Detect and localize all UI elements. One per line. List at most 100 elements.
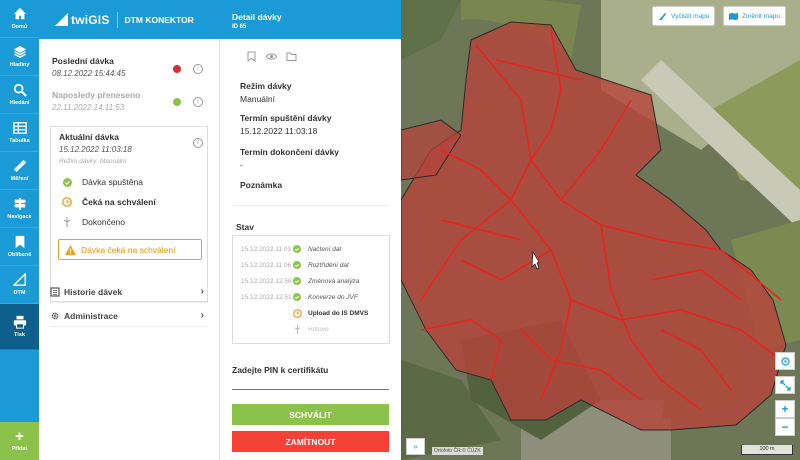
batch-detail-panel: Režim dávky Manuální Termín spuštění dáv…: [220, 39, 401, 460]
left-nav-rail: Domů Hladiny Hledání Tabulka Měření Navi…: [0, 0, 39, 460]
current-batch-card: Aktuální dávka 15.12.2022 11:03:18 Režim…: [50, 126, 208, 302]
step-done: Dokončeno: [61, 217, 125, 227]
orthophoto-map: [401, 0, 800, 460]
plus-icon: +: [15, 428, 24, 445]
success-status-icon: [173, 98, 181, 106]
change-map-label: Změnit mapu: [742, 12, 780, 20]
info-icon[interactable]: i: [193, 97, 203, 107]
nav-dtm[interactable]: DTM: [0, 266, 39, 304]
clear-map-button[interactable]: Vyčistit mapu: [652, 6, 716, 26]
logo-text: twiGIS: [71, 12, 110, 27]
locate-button[interactable]: [775, 352, 795, 370]
status-row: 15.12.2022 11:03 Načtení dat: [241, 245, 341, 253]
ruler-icon: [13, 159, 26, 173]
detail-title: Detail dávky: [232, 12, 282, 22]
expand-arrows-icon: [779, 379, 791, 391]
pin-input-underline: [232, 389, 389, 390]
zoom-out-button[interactable]: −: [775, 418, 795, 436]
folder-icon[interactable]: [286, 51, 297, 62]
status-text: Hotovo: [308, 326, 329, 333]
clock-pending-icon: [292, 309, 302, 318]
field-key: Termín spuštění dávky: [240, 113, 332, 123]
nav-favorites[interactable]: Oblíbené: [0, 228, 39, 266]
status-text: Upload do IS DMVS: [308, 310, 369, 317]
nav-layers[interactable]: Hladiny: [0, 38, 39, 76]
bookmark-add-icon[interactable]: [246, 51, 257, 62]
nav-home[interactable]: Domů: [0, 0, 39, 38]
map-icon: [729, 12, 738, 20]
chevron-right-icon: ›: [200, 286, 204, 297]
current-batch-title: Aktuální dávka: [59, 132, 119, 142]
step-label: Dokončeno: [82, 217, 126, 227]
expand-panel-button[interactable]: »: [406, 438, 425, 455]
table-icon: [12, 122, 27, 134]
history-icon: [50, 286, 60, 297]
dtm-panel: Poslední dávka 08.12.2022 15:44:45 i Nap…: [39, 39, 220, 460]
batch-history-link[interactable]: Historie dávek ›: [50, 281, 208, 303]
check-circle-icon: [293, 293, 301, 301]
crosshair-icon: [780, 356, 790, 366]
field-note: Poznámka: [240, 180, 282, 193]
last-transferred-title: Naposledy přeneseno: [52, 90, 141, 100]
detail-header: Detail dávky ID 65: [220, 0, 401, 39]
nav-measure[interactable]: Měření: [0, 152, 39, 190]
flag-icon: [294, 325, 300, 334]
clear-map-label: Vyčistit mapu: [671, 12, 710, 20]
current-batch-mode: Režim dávky: Manuální: [59, 158, 127, 165]
administration-link[interactable]: Administrace ›: [50, 305, 208, 327]
add-label: Přidat: [11, 446, 28, 452]
home-icon: [13, 7, 26, 20]
nav-search[interactable]: Hledání: [0, 76, 39, 114]
fullscreen-button[interactable]: [775, 376, 795, 394]
eye-icon[interactable]: [266, 51, 277, 62]
detail-id: ID 65: [232, 24, 247, 30]
twigis-logo: twiGIS: [55, 13, 110, 27]
nav-table[interactable]: Tabulka: [0, 114, 39, 152]
gear-icon: [51, 312, 59, 319]
approve-button[interactable]: SCHVÁLIT: [232, 404, 389, 425]
nav-layers-label: Hladiny: [9, 62, 30, 68]
divider: [234, 205, 389, 206]
nav-dtm-label: DTM: [13, 290, 26, 296]
last-transferred[interactable]: Naposledy přeneseno 22.11.2022 14:11:53: [52, 90, 140, 112]
signpost-icon: [13, 197, 26, 211]
info-icon[interactable]: i: [193, 138, 203, 148]
flag-icon: [63, 217, 71, 227]
status-row: Upload do IS DMVS: [241, 309, 368, 318]
pin-input[interactable]: [232, 375, 389, 389]
current-batch-date: 15.12.2022 11:03:18: [59, 145, 132, 154]
status-time: 15.12.2022 11:03: [241, 245, 292, 253]
reject-button[interactable]: ZAMÍTNOUT: [232, 431, 389, 452]
logo-mark-icon: [55, 13, 68, 26]
field-key: Režim dávky: [240, 81, 292, 91]
step-label: Čeká na schválení: [82, 197, 156, 207]
approval-warning: Dávka čeká na schválení: [58, 239, 202, 260]
nav-home-label: Domů: [11, 24, 28, 30]
print-icon: [13, 315, 26, 329]
status-heading: Stav: [236, 222, 254, 232]
zoom-in-button[interactable]: +: [775, 400, 795, 418]
nav-navigation-label: Navigace: [7, 214, 32, 220]
last-batch[interactable]: Poslední dávka 08.12.2022 15:44:45: [52, 56, 125, 78]
nav-print[interactable]: Tisk: [0, 304, 39, 350]
eraser-icon: [658, 12, 667, 20]
step-started: Dávka spuštěna: [61, 177, 143, 187]
nav-measure-label: Měření: [10, 176, 29, 182]
nav-table-label: Tabulka: [9, 138, 30, 144]
step-waiting: Čeká na schválení: [61, 197, 156, 207]
field-batch-mode: Režim dávky Manuální: [240, 81, 292, 104]
check-circle-icon: [62, 177, 72, 187]
info-icon[interactable]: i: [193, 64, 203, 74]
status-log: 15.12.2022 11:03 Načtení dat 15.12.2022 …: [232, 235, 390, 344]
map-view[interactable]: [401, 0, 800, 460]
last-batch-title: Poslední dávka: [52, 56, 114, 66]
change-map-button[interactable]: Změnit mapu: [723, 6, 786, 26]
add-button[interactable]: + Přidat: [0, 422, 39, 460]
status-text: Změnová analýza: [308, 277, 360, 285]
nav-favorites-label: Oblíbené: [7, 252, 32, 258]
pin-label: Zadejte PIN k certifikátu: [232, 365, 329, 375]
nav-navigation[interactable]: Navigace: [0, 190, 39, 228]
app-header: twiGIS DTM KONEKTOR: [39, 0, 220, 39]
error-status-icon: [173, 65, 181, 73]
status-time: 15.12.2022 11:06: [241, 261, 292, 269]
